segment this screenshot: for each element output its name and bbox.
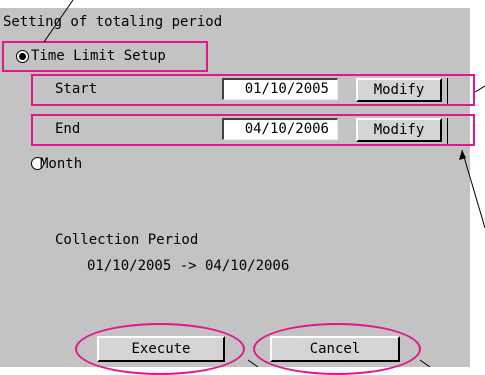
callout-lines [43,0,485,367]
